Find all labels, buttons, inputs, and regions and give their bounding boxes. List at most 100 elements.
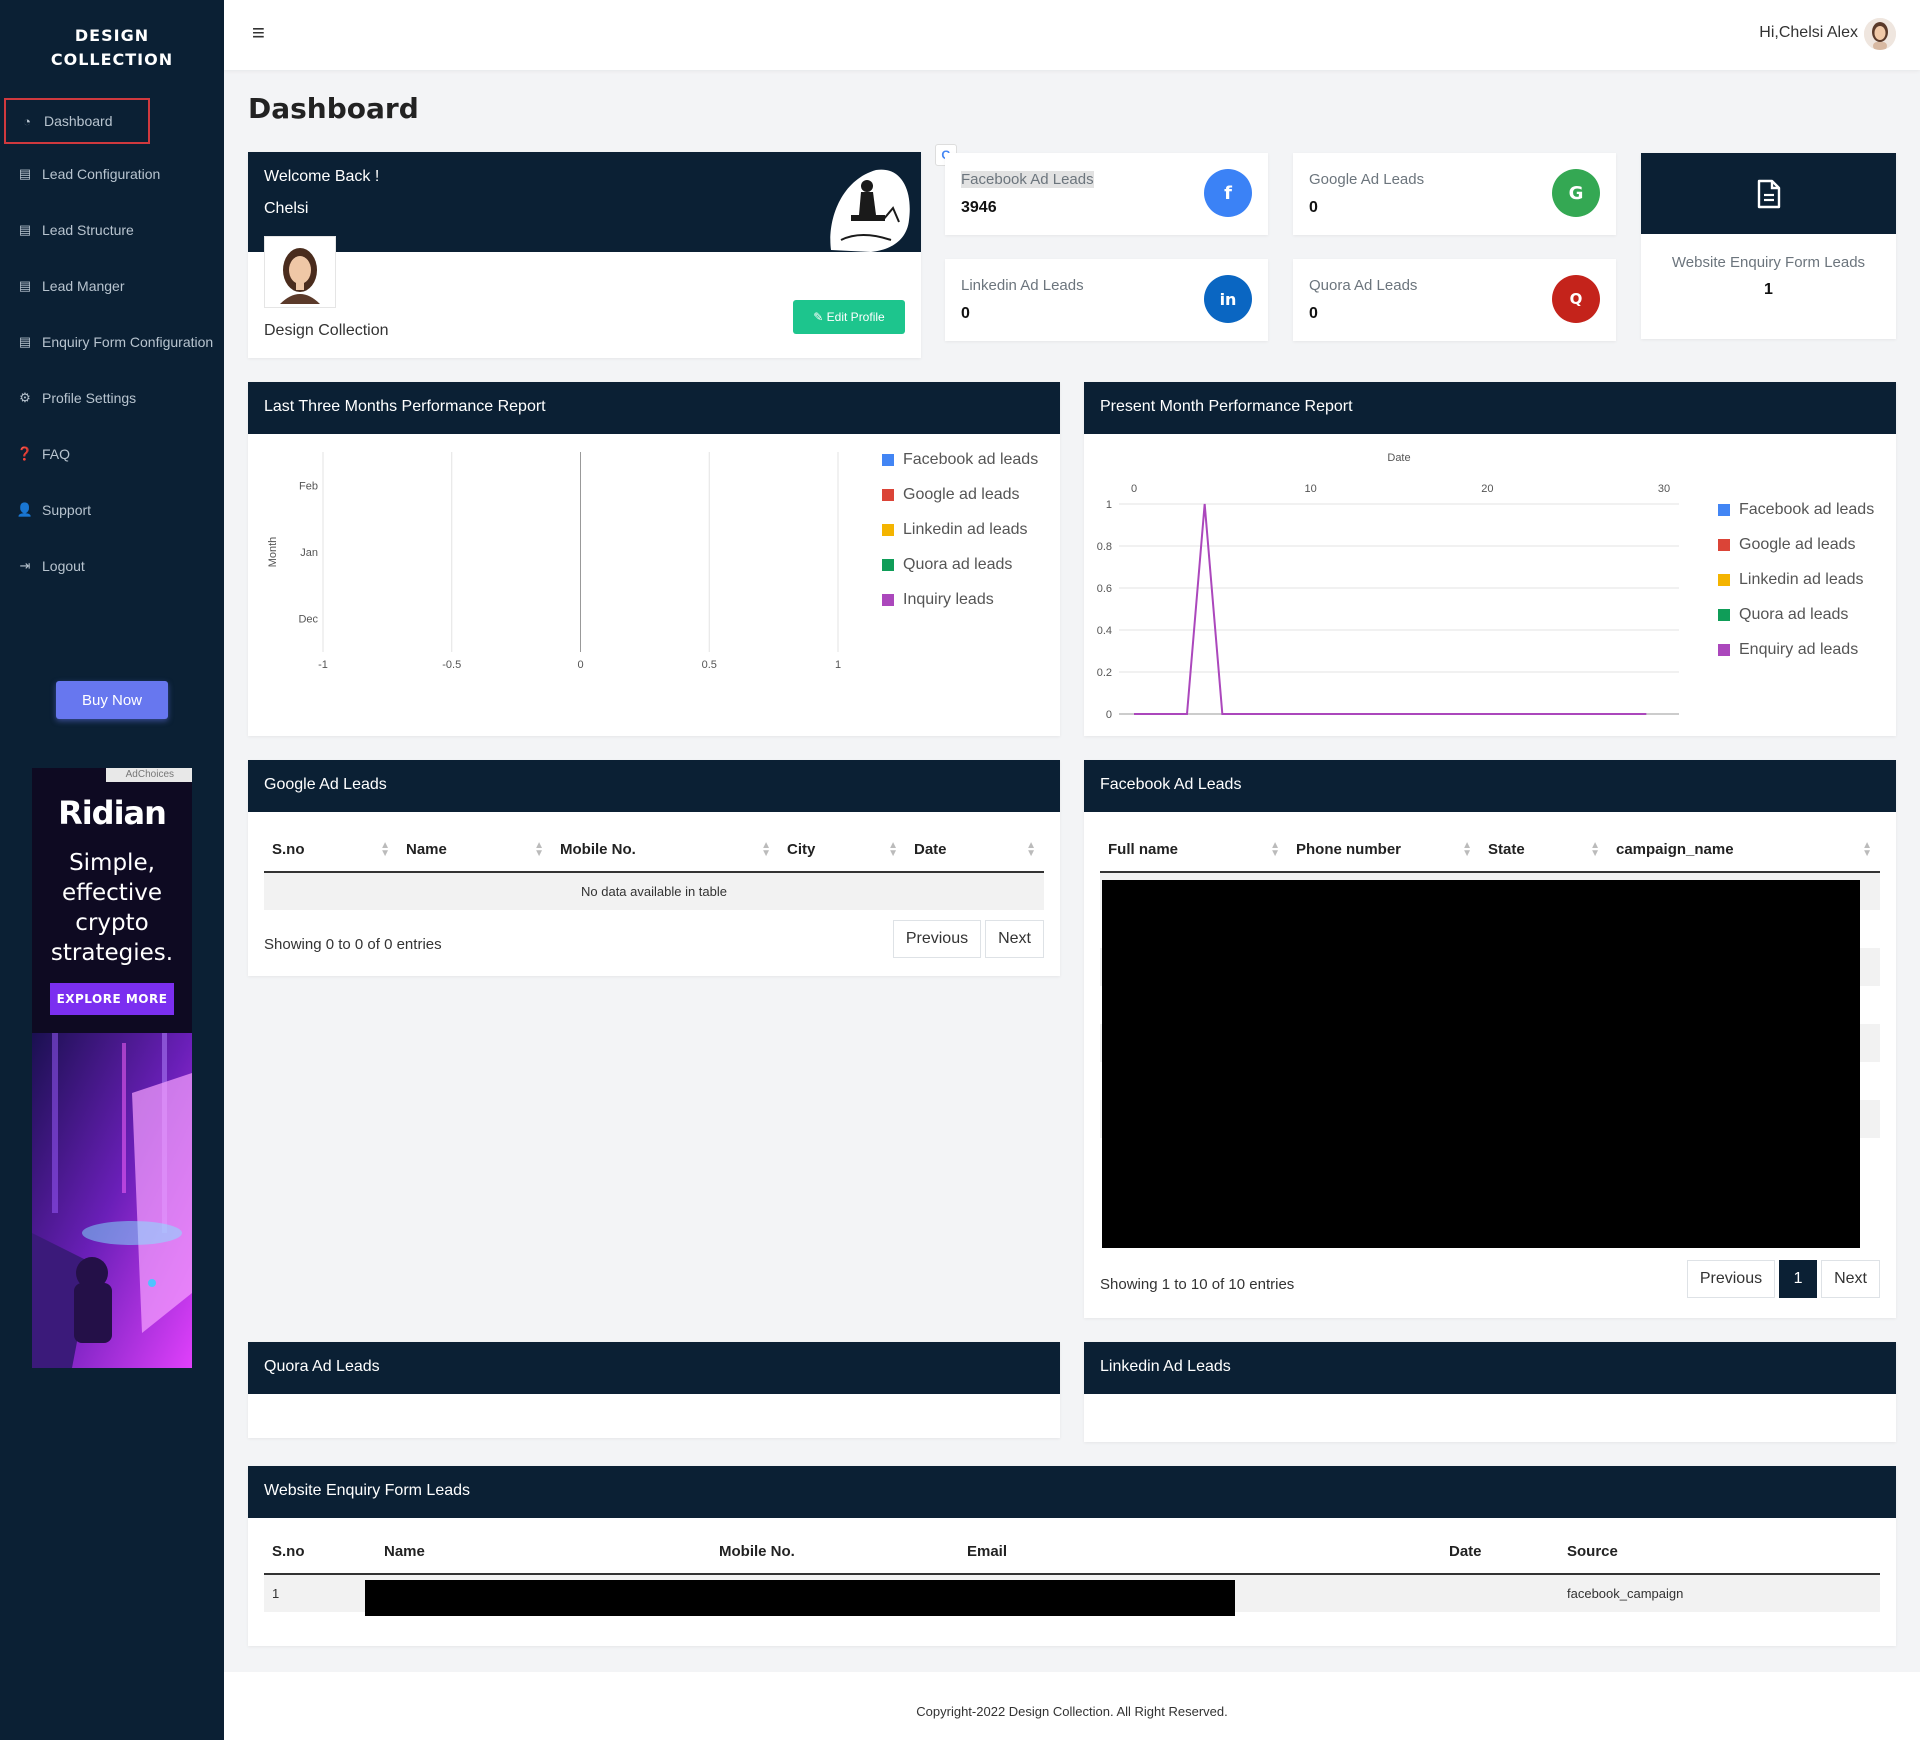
sidebar-item-lead-structure[interactable]: ▤ Lead Structure <box>0 202 224 258</box>
column-header[interactable]: campaign_name ▲ ▼ <box>1608 828 1880 873</box>
sort-icon: ▲ ▼ <box>1270 840 1280 859</box>
y-tick-label: 0.2 <box>1097 667 1112 679</box>
stat-card-linkedin[interactable]: Linkedin Ad Leads 0 in <box>945 259 1268 341</box>
profile-photo-image <box>268 240 332 304</box>
sidebar-item-profile-settings[interactable]: ⚙ Profile Settings <box>0 370 224 426</box>
page-1-button[interactable]: 1 <box>1779 1260 1818 1298</box>
column-header[interactable]: Full name ▲ ▼ <box>1100 828 1288 873</box>
sidebar-item-dashboard[interactable]: ◔ Dashboard <box>4 98 150 144</box>
column-header[interactable]: Name <box>376 1530 711 1575</box>
stat-card-quora[interactable]: Quora Ad Leads 0 Q <box>1293 259 1616 341</box>
legend-item[interactable]: Quora ad leads <box>882 547 1038 582</box>
pagination: Previous Next <box>889 920 1044 958</box>
column-header[interactable]: Phone number ▲ ▼ <box>1288 828 1480 873</box>
y-tick-label: 0.8 <box>1097 541 1112 553</box>
ad-choices-link[interactable]: AdChoices <box>106 768 192 782</box>
website-enquiry-panel: Website Enquiry Form Leads S.no Name Mob… <box>248 1466 1896 1646</box>
page-title: Dashboard <box>248 92 419 125</box>
buy-now-button[interactable]: Buy Now <box>56 681 168 719</box>
x-tick-label: -1 <box>318 659 328 671</box>
user-gear-icon: 👤 <box>16 502 34 517</box>
linkedin-icon: in <box>1204 275 1252 323</box>
column-header[interactable]: City ▲ ▼ <box>779 828 906 873</box>
legend-item[interactable]: Linkedin ad leads <box>882 512 1038 547</box>
next-page-button[interactable]: Next <box>985 920 1044 958</box>
brand-logo[interactable]: DESIGN COLLECTION <box>0 0 224 96</box>
reading-illustration-icon <box>830 169 910 252</box>
profile-photo[interactable] <box>264 236 336 308</box>
sort-icon: ▲ ▼ <box>888 840 898 859</box>
column-header[interactable]: Date <box>1441 1530 1559 1575</box>
next-page-button[interactable]: Next <box>1821 1260 1880 1298</box>
column-header[interactable]: State ▲ ▼ <box>1480 828 1608 873</box>
google-leads-table: S.no ▲ ▼ Name ▲ ▼ Mobile No. ▲ ▼ City ▲ ▼ Date ▲ ▼… <box>264 828 1044 910</box>
previous-page-button[interactable]: Previous <box>892 920 982 958</box>
topbar: ≡ Hi,Chelsi Alex <box>224 0 1920 70</box>
welcome-card: Welcome Back ! Chelsi Design Collection … <box>248 152 921 358</box>
legend-item[interactable]: Quora ad leads <box>1718 597 1874 632</box>
column-header[interactable]: Mobile No. <box>711 1530 959 1575</box>
legend-item[interactable]: Google ad leads <box>882 477 1038 512</box>
legend-item[interactable]: Google ad leads <box>1718 527 1874 562</box>
ad-explore-button[interactable]: EXPLORE MORE <box>50 983 174 1015</box>
x-axis-label: Date <box>1387 452 1410 464</box>
x-tick-label: 20 <box>1481 483 1493 495</box>
legend-item[interactable]: Facebook ad leads <box>1718 492 1874 527</box>
stat-card-facebook[interactable]: Facebook Ad Leads 3946 f <box>945 153 1268 235</box>
question-icon: ❓ <box>16 446 34 461</box>
y-tick-label: Feb <box>299 480 318 492</box>
avatar[interactable] <box>1864 18 1896 50</box>
column-header[interactable]: S.no ▲ ▼ <box>264 828 398 873</box>
facebook-leads-panel: Facebook Ad Leads Full name ▲ ▼ Phone numb… <box>1084 760 1896 1318</box>
sidebar-item-enquiry-form-configuration[interactable]: ▤ Enquiry Form Configuration <box>0 314 224 370</box>
user-greeting[interactable]: Hi,Chelsi Alex <box>1759 24 1858 42</box>
chart-legend: Facebook ad leads Google ad leads Linked… <box>1718 492 1874 667</box>
column-header[interactable]: Date ▲ ▼ <box>906 828 1044 873</box>
table-info: Showing 1 to 10 of 10 entries <box>1100 1276 1295 1293</box>
avatar-image <box>1864 18 1896 50</box>
panel-title: Linkedin Ad Leads <box>1084 1342 1896 1394</box>
stat-card-google[interactable]: Google Ad Leads 0 G <box>1293 153 1616 235</box>
quora-icon: Q <box>1552 275 1600 323</box>
legend-item[interactable]: Inquiry leads <box>882 582 1038 617</box>
sort-icon: ▲ ▼ <box>380 840 390 859</box>
column-header[interactable]: Email <box>959 1530 1441 1575</box>
sidebar-item-faq[interactable]: ❓ FAQ <box>0 426 224 482</box>
file-icon: ▤ <box>18 166 32 181</box>
table-info: Showing 0 to 0 of 0 entries <box>264 936 442 953</box>
panel-title: Last Three Months Performance Report <box>248 382 1060 434</box>
column-header[interactable]: Source <box>1559 1530 1880 1575</box>
legend-item[interactable]: Enquiry ad leads <box>1718 632 1874 667</box>
menu-toggle-icon[interactable]: ≡ <box>252 20 265 46</box>
x-tick-label: 30 <box>1658 483 1670 495</box>
series-line <box>1134 503 1647 715</box>
document-icon <box>1757 179 1780 208</box>
column-header[interactable]: S.no <box>264 1530 376 1575</box>
gauge-icon: ◔ <box>23 113 31 129</box>
x-tick-label: 0 <box>577 659 583 671</box>
cogs-icon: ⚙ <box>19 390 31 405</box>
advertisement[interactable]: AdChoices Ridian Simple, effective crypt… <box>32 768 192 1368</box>
y-tick-label: Jan <box>300 547 318 559</box>
stat-card-website-enquiry[interactable]: Website Enquiry Form Leads 1 <box>1641 153 1896 339</box>
quora-leads-panel: Quora Ad Leads <box>248 1342 1060 1438</box>
facebook-icon: f <box>1204 169 1252 217</box>
legend-item[interactable]: Linkedin ad leads <box>1718 562 1874 597</box>
chart-panel-present-month: Present Month Performance Report Date 0 10… <box>1084 382 1896 736</box>
column-header[interactable]: Name ▲ ▼ <box>398 828 552 873</box>
column-header[interactable]: Mobile No. ▲ ▼ <box>552 828 779 873</box>
sidebar-item-support[interactable]: 👤 Support <box>0 482 224 538</box>
legend-item[interactable]: Facebook ad leads <box>882 442 1038 477</box>
sidebar-item-lead-manger[interactable]: ▤ Lead Manger <box>0 258 224 314</box>
chart-legend: Facebook ad leads Google ad leads Linked… <box>882 442 1038 617</box>
previous-page-button[interactable]: Previous <box>1686 1260 1776 1298</box>
edit-profile-button[interactable]: ✎ Edit Profile <box>793 300 905 334</box>
pagination: Previous 1 Next <box>1683 1260 1880 1298</box>
sidebar-item-logout[interactable]: ⇥ Logout <box>0 538 224 594</box>
redacted-content <box>1102 880 1860 1248</box>
x-tick-label: -0.5 <box>442 659 461 671</box>
google-leads-table-wrap: S.no ▲ ▼ Name ▲ ▼ Mobile No. ▲ ▼ City ▲ ▼ Date ▲ ▼… <box>264 828 1044 910</box>
y-tick-label: 0 <box>1106 709 1112 721</box>
sidebar-item-lead-configuration[interactable]: ▤ Lead Configuration <box>0 146 224 202</box>
x-tick-label: 0.5 <box>702 659 717 671</box>
